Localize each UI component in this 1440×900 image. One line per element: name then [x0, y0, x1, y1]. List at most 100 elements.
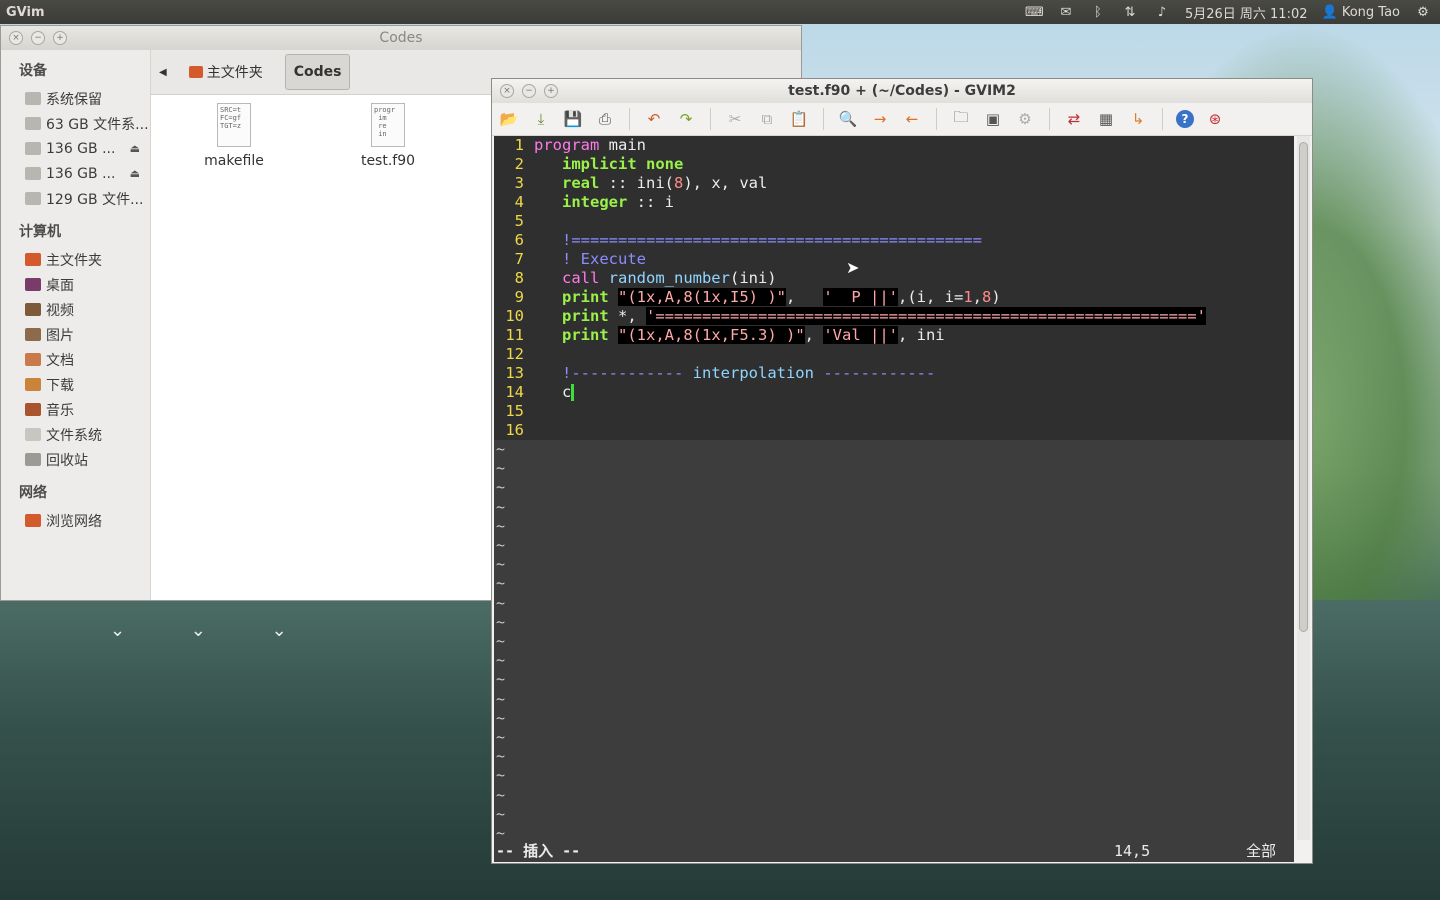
- line-number: 12: [505, 345, 524, 363]
- window-title: Codes: [379, 30, 423, 46]
- code-line[interactable]: 4 integer :: i: [494, 193, 1294, 212]
- code-line[interactable]: 6 !=====================================…: [494, 231, 1294, 250]
- chevron-left-icon[interactable]: ◀: [159, 67, 167, 78]
- code-line[interactable]: 12: [494, 345, 1294, 364]
- code-line[interactable]: 1 program main: [494, 136, 1294, 155]
- sidebar-item-documents[interactable]: 文档: [1, 347, 150, 372]
- sidebar-item-music[interactable]: 音乐: [1, 397, 150, 422]
- breadcrumb-home[interactable]: 主文件夹: [181, 55, 271, 89]
- code-line[interactable]: 11 print "(1x,A,8(1x,F5.3) )", 'Val ||',…: [494, 326, 1294, 345]
- scrollbar-thumb[interactable]: [1299, 142, 1308, 632]
- sidebar-item-label: 下载: [46, 377, 74, 394]
- tilde-marker: ~: [496, 785, 506, 804]
- text-cursor: [571, 384, 575, 401]
- make-icon[interactable]: ⇄: [1063, 108, 1085, 130]
- help-icon[interactable]: ?: [1176, 110, 1194, 128]
- find-replace-icon[interactable]: 🔍: [837, 108, 859, 130]
- copy-icon[interactable]: ⧉: [756, 108, 778, 130]
- breadcrumb-current[interactable]: Codes: [284, 54, 351, 90]
- keyboard-icon[interactable]: ⌨: [1025, 5, 1044, 20]
- file-manager-titlebar[interactable]: × − + Codes: [1, 26, 801, 50]
- sidebar-item-filesystem[interactable]: 文件系统: [1, 422, 150, 447]
- sidebar-item-downloads[interactable]: 下载: [1, 372, 150, 397]
- code-token: ! Execute: [562, 250, 646, 268]
- eject-icon[interactable]: ⏏: [130, 167, 140, 180]
- paste-icon[interactable]: 📋: [788, 108, 810, 130]
- code-line[interactable]: 2 implicit none: [494, 155, 1294, 174]
- user-icon: 👤: [1321, 4, 1338, 20]
- user-name: Kong Tao: [1341, 4, 1400, 20]
- sidebar-item-trash[interactable]: 回收站: [1, 447, 150, 472]
- code-line[interactable]: 10 print *, '===========================…: [494, 307, 1294, 326]
- find-help-icon[interactable]: ⊛: [1204, 108, 1226, 130]
- sidebar-item-pictures[interactable]: 图片: [1, 322, 150, 347]
- code-line[interactable]: 13 !------------ interpolation ---------…: [494, 364, 1294, 383]
- sidebar-item-browse-network[interactable]: 浏览网络: [1, 508, 150, 533]
- code-line[interactable]: 5: [494, 212, 1294, 231]
- sidebar-item-videos[interactable]: 视频: [1, 297, 150, 322]
- user-menu[interactable]: 👤 Kong Tao: [1322, 5, 1401, 20]
- code-line[interactable]: 9 print "(1x,A,8(1x,I5) )", ' P ||',(i, …: [494, 288, 1294, 307]
- cut-icon[interactable]: ✂: [724, 108, 746, 130]
- code-line[interactable]: 16: [494, 421, 1294, 440]
- sidebar-item-label: 音乐: [46, 402, 74, 419]
- sidebar-header-computer: 计算机: [19, 224, 61, 240]
- vertical-scrollbar[interactable]: [1297, 136, 1310, 840]
- tilde-marker: ~: [496, 632, 506, 650]
- sidebar-item-device[interactable]: 136 GB ... ⏏: [1, 136, 150, 161]
- tilde-marker: ~: [496, 459, 506, 478]
- save-icon[interactable]: 💾: [562, 108, 584, 130]
- code-line[interactable]: 15: [494, 402, 1294, 421]
- code-line[interactable]: 14 c: [494, 383, 1294, 402]
- open-file-icon[interactable]: 📂: [498, 108, 520, 130]
- undo-icon[interactable]: ↶: [643, 108, 665, 130]
- trash-icon: [25, 453, 41, 466]
- load-session-icon[interactable]: 🗀: [950, 108, 972, 130]
- eject-icon[interactable]: ⏏: [130, 142, 140, 155]
- system-tray: ⌨ ✉ ᛒ ⇅ ♪ 5月26日 周六 11:02 👤 Kong Tao ⚙: [1025, 3, 1440, 22]
- sidebar-item-label: 文件系统: [46, 427, 102, 444]
- network-icon[interactable]: ⇅: [1121, 5, 1139, 20]
- save-session-icon[interactable]: ▣: [982, 108, 1004, 130]
- file-item[interactable]: SRC=t FC=gf TGT=z makefile: [184, 103, 284, 169]
- sidebar-item-device[interactable]: 129 GB 文件...: [1, 186, 150, 211]
- line-number: 5: [514, 212, 524, 230]
- pictures-icon: [25, 328, 41, 341]
- build-tags-icon[interactable]: ▦: [1095, 108, 1117, 130]
- tilde-marker: ~: [496, 824, 506, 840]
- file-item[interactable]: progr im re in test.f90: [338, 103, 438, 169]
- find-next-icon[interactable]: →: [869, 108, 891, 130]
- sidebar-item-home[interactable]: 主文件夹: [1, 247, 150, 272]
- text-buffer[interactable]: 1 program main 2 implicit none 3 real :: …: [494, 136, 1294, 440]
- toolbar-separator: [629, 108, 630, 130]
- code-token: :: i: [627, 193, 674, 211]
- sidebar-item-device[interactable]: 系统保留: [1, 86, 150, 111]
- mail-icon[interactable]: ✉: [1057, 5, 1075, 20]
- home-folder-icon: [25, 253, 41, 266]
- volume-icon[interactable]: ♪: [1153, 5, 1171, 20]
- print-icon[interactable]: ⎙: [594, 108, 616, 130]
- code-line[interactable]: 7 ! Execute: [494, 250, 1294, 269]
- code-token: main: [599, 136, 646, 154]
- find-previous-icon[interactable]: ←: [901, 108, 923, 130]
- desktop-birds: ⌄ ⌄ ⌄: [110, 620, 317, 641]
- save-download-icon[interactable]: ⤓: [530, 108, 552, 130]
- sidebar-item-desktop[interactable]: 桌面: [1, 272, 150, 297]
- drive-icon: [25, 167, 41, 180]
- gvim-titlebar[interactable]: × − + test.f90 + (~/Codes) - GVIM2: [492, 79, 1312, 103]
- jump-tag-icon[interactable]: ↳: [1127, 108, 1149, 130]
- code-line[interactable]: 8 call random_number(ini): [494, 269, 1294, 288]
- code-token: ): [991, 288, 1001, 306]
- bluetooth-icon[interactable]: ᛒ: [1089, 5, 1107, 20]
- sidebar-header-devices: 设备: [19, 63, 47, 79]
- sidebar-item-device[interactable]: 63 GB 文件系...: [1, 111, 150, 136]
- editor-area[interactable]: 1 program main 2 implicit none 3 real :: …: [494, 136, 1294, 840]
- run-script-icon[interactable]: ⚙: [1014, 108, 1036, 130]
- sidebar-item-label: 视频: [46, 302, 74, 319]
- clock[interactable]: 5月26日 周六 11:02: [1185, 3, 1308, 22]
- gear-icon[interactable]: ⚙: [1414, 5, 1432, 20]
- redo-icon[interactable]: ↷: [675, 108, 697, 130]
- sidebar-item-device[interactable]: 136 GB ... ⏏: [1, 161, 150, 186]
- line-number: 13: [505, 364, 524, 382]
- code-line[interactable]: 3 real :: ini(8), x, val: [494, 174, 1294, 193]
